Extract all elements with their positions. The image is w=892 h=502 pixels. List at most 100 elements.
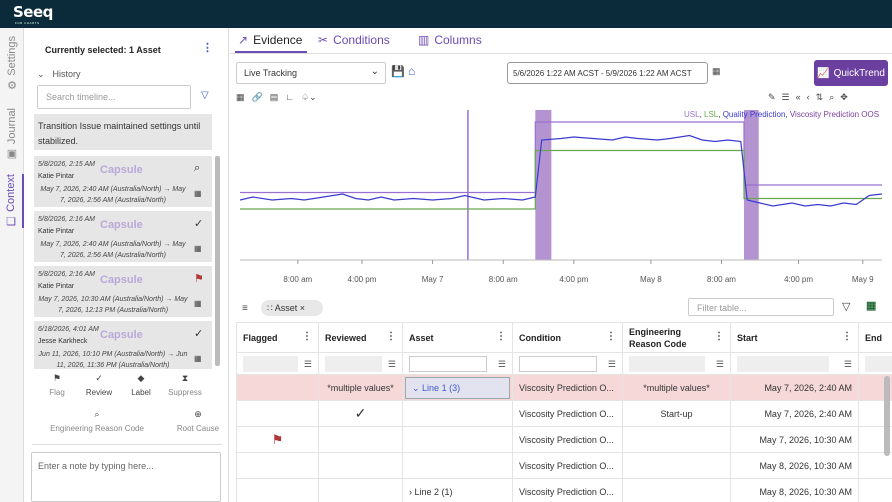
tab-journal[interactable]: Journal ▣ <box>0 108 24 160</box>
cell-condition[interactable]: Viscosity Prediction O... <box>512 478 623 502</box>
cell-flagged[interactable] <box>236 452 319 479</box>
column-header-reviewed[interactable]: Reviewed ⋮ <box>318 322 403 353</box>
timeline-entry[interactable]: 5/8/2026, 2:16 AM Capsule Katie Pintar M… <box>34 266 212 317</box>
cell-condition[interactable]: Viscosity Prediction O... <box>512 452 623 479</box>
tab-conditions[interactable]: ✂ Conditions <box>318 33 390 47</box>
timeline-scrollbar[interactable] <box>215 156 220 366</box>
review-action[interactable]: ✓ Review <box>76 373 122 397</box>
cell-asset[interactable] <box>402 400 513 427</box>
asset-group-toggle[interactable]: ⌄ Line 1 (3) <box>405 376 510 399</box>
column-header-flagged[interactable]: Flagged ⋮ <box>236 322 319 353</box>
cell-reviewed[interactable] <box>318 426 403 453</box>
cell-reason-code[interactable] <box>622 452 731 479</box>
column-filter[interactable]: ☰ <box>730 352 859 375</box>
date-range-input[interactable]: 5/6/2026 1:22 AM ACST - 5/9/2026 1:22 AM… <box>507 62 708 84</box>
cell-condition[interactable]: Viscosity Prediction O... <box>512 426 623 453</box>
cell-reason-code[interactable]: Start-up <box>622 400 731 427</box>
filter-field[interactable] <box>409 355 487 372</box>
tab-columns[interactable]: ▥ Columns <box>418 33 482 47</box>
column-menu-icon[interactable]: ⋮ <box>386 331 396 342</box>
cell-asset[interactable] <box>402 426 513 453</box>
column-menu-icon[interactable]: ⋮ <box>496 331 506 342</box>
more-options-icon[interactable]: ⋮ <box>202 41 213 54</box>
suppress-action[interactable]: ⧗ Suppress <box>162 373 208 397</box>
timeline-search-input[interactable]: Search timeline... <box>37 85 191 109</box>
column-filter[interactable]: ☰ <box>402 352 513 375</box>
column-header-asset[interactable]: Asset ⋮ <box>402 322 513 353</box>
column-header-start[interactable]: Start ⋮ <box>730 322 859 353</box>
tab-evidence[interactable]: ↗ Evidence <box>238 33 302 47</box>
filter-icon[interactable]: ▽ <box>201 90 209 101</box>
grid-icon[interactable]: ▦ <box>236 92 245 102</box>
cell-reason-code[interactable] <box>622 426 731 453</box>
axis-icon[interactable]: ∟ <box>285 92 294 102</box>
save-icon[interactable]: 💾 <box>391 65 405 78</box>
tab-context[interactable]: Context ❏ <box>0 174 24 228</box>
cell-asset[interactable] <box>402 452 513 479</box>
cell-start[interactable]: May 7, 2026, 2:40 AM <box>730 400 859 427</box>
column-menu-icon[interactable]: ⋮ <box>714 331 724 342</box>
filter-field[interactable] <box>243 355 299 372</box>
table-row[interactable]: *multiple values* ⌄ Line 1 (3) Viscosity… <box>236 374 892 401</box>
cell-reason-code[interactable]: *multiple values* <box>622 374 731 401</box>
check-icon[interactable]: ✓ <box>194 217 203 230</box>
step-back-icon[interactable]: « <box>796 92 801 102</box>
cell-reviewed[interactable]: ✓ <box>318 400 403 427</box>
cell-flagged[interactable]: ⚑ <box>236 426 319 453</box>
filter-table-input[interactable]: Filter table... <box>688 298 834 316</box>
timeline-entry[interactable]: 6/18/2026, 4:01 AM Capsule Jesse Karkhec… <box>34 321 212 369</box>
cell-start[interactable]: May 7, 2026, 10:30 AM <box>730 426 859 453</box>
filter-icon[interactable]: ☰ <box>844 359 852 370</box>
calendar-icon[interactable]: ▦ <box>194 299 202 308</box>
filter-icon[interactable]: ☰ <box>716 359 724 370</box>
tab-settings[interactable]: Settings ⚙ <box>0 36 24 92</box>
autoscale-icon[interactable]: ⇅ <box>816 92 824 102</box>
history-toggle[interactable]: ⌄ History <box>37 69 81 80</box>
cell-reviewed[interactable] <box>318 478 403 502</box>
root-cause-action[interactable]: ⊕ Root Cause <box>158 409 238 433</box>
cell-asset[interactable]: › Line 2 (1) <box>402 478 513 502</box>
cell-start[interactable]: May 8, 2026, 10:30 AM <box>730 452 859 479</box>
filter-field[interactable] <box>629 355 705 372</box>
excel-export-icon[interactable]: ▦ <box>866 299 876 312</box>
calendar-icon[interactable]: ▦ <box>194 189 202 198</box>
cell-start[interactable]: May 7, 2026, 2:40 AM <box>730 374 859 401</box>
search-icon[interactable]: ⌕ <box>194 162 200 175</box>
table-row[interactable]: › Line 2 (1) Viscosity Prediction O... M… <box>236 478 892 502</box>
table-toggle-icon[interactable]: ≡ <box>242 303 248 314</box>
timeline-entry[interactable]: 5/8/2026, 2:15 AM Capsule Katie Pintar M… <box>34 156 212 207</box>
display-mode-select[interactable]: Live Tracking ⌄ <box>236 62 386 84</box>
label-action[interactable]: ◆ Label <box>118 373 164 397</box>
table-scrollbar[interactable] <box>884 376 890 456</box>
layers-icon[interactable]: ☰ <box>782 92 790 102</box>
column-menu-icon[interactable]: ⋮ <box>606 331 616 342</box>
pan-icon[interactable]: ✥ <box>840 92 848 102</box>
cell-end[interactable] <box>858 452 892 479</box>
column-header-end[interactable]: End <box>858 322 892 353</box>
filter-field[interactable] <box>865 355 892 372</box>
table-row[interactable]: ✓ Viscosity Prediction O... Start-up May… <box>236 400 892 427</box>
flag-icon[interactable]: ⚑ <box>194 272 204 285</box>
cell-reviewed[interactable] <box>318 452 403 479</box>
flag-action[interactable]: ⚑ Flag <box>34 373 80 397</box>
column-header-condition[interactable]: Condition ⋮ <box>512 322 623 353</box>
calendar-icon[interactable]: ▦ <box>712 66 721 77</box>
cell-flagged[interactable] <box>236 478 319 502</box>
calendar-icon[interactable]: ▦ <box>194 354 202 363</box>
filter-icon[interactable]: ☰ <box>498 359 506 370</box>
column-filter[interactable]: ☰ <box>622 352 731 375</box>
asset-group-chip[interactable]: ∷ Asset × <box>261 300 323 316</box>
engineering-reason-code-action[interactable]: ⌕ Engineering Reason Code <box>42 409 152 433</box>
note-input[interactable]: Enter a note by typing here... <box>31 452 221 502</box>
cell-start[interactable]: May 8, 2026, 10:30 AM <box>730 478 859 502</box>
capsule-icon[interactable]: ▤ <box>270 92 279 102</box>
filter-field[interactable] <box>737 355 829 372</box>
annotate-icon[interactable]: ✎ <box>768 92 776 102</box>
home-icon[interactable]: ⌂ <box>408 64 415 78</box>
cell-condition[interactable]: Viscosity Prediction O... <box>512 400 623 427</box>
cell-condition[interactable]: Viscosity Prediction O... <box>512 374 623 401</box>
tag-icon[interactable]: ♤⌄ <box>301 92 317 102</box>
filter-clear-icon[interactable]: ▽ <box>842 300 850 313</box>
filter-icon[interactable]: ☰ <box>608 359 616 370</box>
column-filter[interactable]: ☰ <box>236 352 319 375</box>
